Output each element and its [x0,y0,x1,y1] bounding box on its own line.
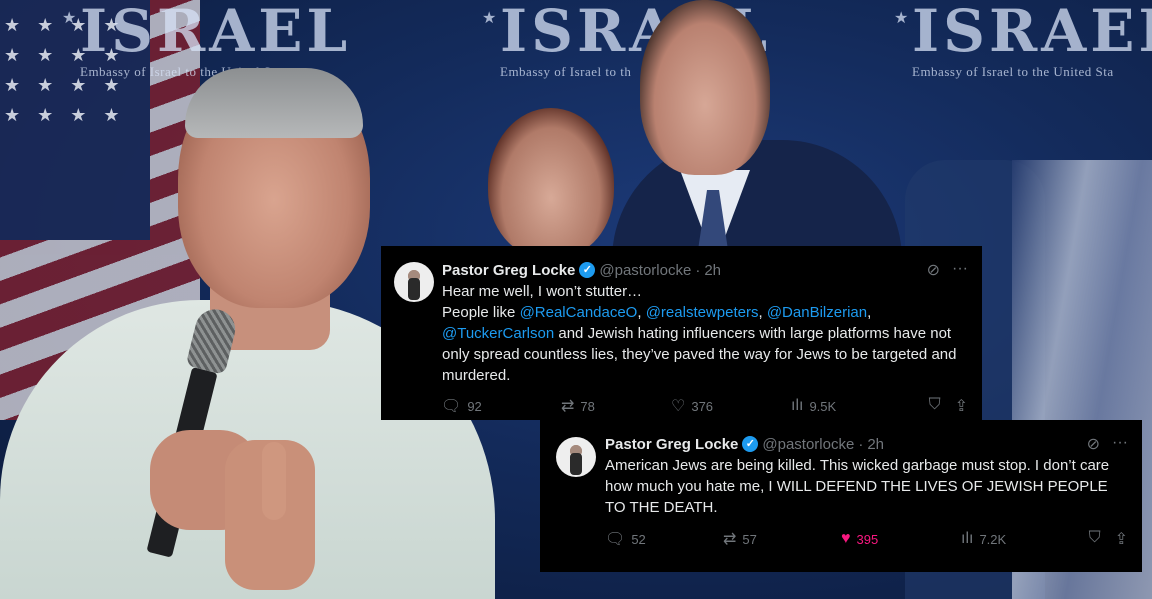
repost-icon: ⇄ [561,398,575,415]
views-button[interactable]: ılı 9.5K [791,397,901,415]
heart-icon: ♡ [671,398,686,415]
embassy-banner: ★ ISRAEL Embassy of Israel to the United… [894,0,1152,79]
timestamp[interactable]: 2h [867,436,884,453]
speaker-finger [262,442,286,520]
speaker-hair [185,68,363,138]
timestamp[interactable]: 2h [704,262,721,279]
avatar[interactable] [394,262,434,302]
heart-icon: ♥ [841,530,851,547]
reply-icon: 🗨 [605,531,626,548]
verified-badge-icon: ✓ [742,436,759,452]
mention-link[interactable]: @DanBilzerian [767,304,867,321]
mention-link[interactable]: @realstewpeters [646,304,759,321]
repost-button[interactable]: ⇄ 78 [561,396,671,416]
like-button[interactable]: ♡ 376 [671,396,791,416]
share-icon[interactable]: ⇪ [1115,529,1128,549]
tweet-card[interactable]: ⊘ ··· Pastor Greg Locke ✓ @pastorlocke ·… [381,246,982,420]
verified-badge-icon: ✓ [579,262,596,278]
views-button[interactable]: ılı 7.2K [961,530,1071,548]
tweet-text: Hear me well, I won’t stutter… People li… [442,283,957,384]
views-icon: ılı [961,530,974,547]
repost-button[interactable]: ⇄ 57 [723,529,841,549]
grok-icon[interactable]: ⊘ [927,260,940,280]
reply-button[interactable]: 🗨 52 [605,529,723,549]
tweet-actions: 🗨 92 ⇄ 78 ♡ 376 ılı 9.5K ⛉ ⇪ [441,396,968,416]
mention-link[interactable]: @RealCandaceO [520,304,638,321]
repost-icon: ⇄ [723,531,737,548]
reply-button[interactable]: 🗨 92 [441,396,561,416]
author-handle[interactable]: @pastorlocke [762,436,854,453]
reply-icon: 🗨 [441,398,462,415]
tweet-text: American Jews are being killed. This wic… [605,457,1110,516]
tweet-card[interactable]: ⊘ ··· Pastor Greg Locke ✓ @pastorlocke ·… [540,420,1142,572]
more-icon[interactable]: ··· [952,260,968,280]
views-icon: ılı [791,397,804,414]
bookmark-icon[interactable]: ⛉ [1089,529,1101,549]
man-head [640,0,770,175]
tweet-header: Pastor Greg Locke ✓ @pastorlocke · 2h [442,261,722,279]
share-icon[interactable]: ⇪ [955,396,968,416]
more-icon[interactable]: ··· [1112,434,1128,454]
bookmark-icon[interactable]: ⛉ [929,396,941,416]
tweet-actions: 🗨 52 ⇄ 57 ♥ 395 ılı 7.2K ⛉ ⇪ [605,529,1128,549]
author-name[interactable]: Pastor Greg Locke [442,262,575,279]
woman-head [488,108,614,258]
avatar[interactable] [556,437,596,477]
author-name[interactable]: Pastor Greg Locke [605,436,738,453]
author-handle[interactable]: @pastorlocke [599,262,691,279]
like-button[interactable]: ♥ 395 [841,530,961,548]
mention-link[interactable]: @TuckerCarlson [442,325,554,342]
grok-icon[interactable]: ⊘ [1087,434,1100,454]
tweet-header: Pastor Greg Locke ✓ @pastorlocke · 2h [605,435,885,453]
